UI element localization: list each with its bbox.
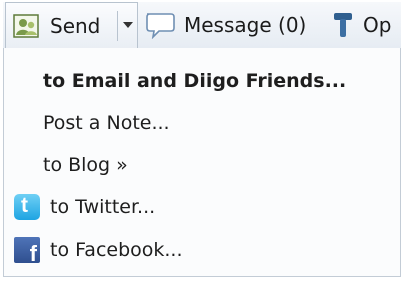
options-label: Op bbox=[363, 13, 392, 37]
menu-item-label: Post a Note... bbox=[43, 112, 170, 134]
tools-icon bbox=[331, 10, 355, 40]
twitter-glyph: t bbox=[21, 194, 28, 217]
screenshot-frame: Send Message (0) Op to Email and Diigo F… bbox=[0, 0, 404, 282]
message-label: Message (0) bbox=[184, 13, 307, 37]
send-button[interactable]: Send bbox=[5, 2, 138, 48]
facebook-glyph: f bbox=[29, 241, 37, 266]
speech-bubble-icon bbox=[144, 11, 178, 40]
twitter-icon: t bbox=[14, 194, 40, 220]
send-split-divider bbox=[117, 11, 118, 41]
menu-item-email-friends[interactable]: to Email and Diigo Friends... bbox=[4, 61, 400, 101]
send-label: Send bbox=[50, 14, 101, 38]
options-button[interactable]: Op bbox=[331, 2, 391, 48]
menu-item-blog[interactable]: to Blog » bbox=[4, 145, 400, 185]
menu-item-label: to Blog » bbox=[43, 154, 128, 176]
menu-item-label: to Email and Diigo Friends... bbox=[43, 70, 347, 92]
menu-item-post-note[interactable]: Post a Note... bbox=[4, 103, 400, 143]
menu-item-label: to Twitter... bbox=[50, 196, 156, 218]
menu-item-facebook[interactable]: f to Facebook... bbox=[4, 230, 400, 270]
menu-item-label: to Facebook... bbox=[50, 239, 183, 261]
toolbar: Send Message (0) Op bbox=[3, 2, 401, 49]
facebook-icon: f bbox=[14, 237, 40, 266]
send-contacts-icon bbox=[12, 12, 40, 40]
chevron-down-icon[interactable] bbox=[123, 22, 133, 28]
menu-item-twitter[interactable]: t to Twitter... bbox=[4, 187, 400, 227]
message-button[interactable]: Message (0) bbox=[144, 2, 306, 48]
send-dropdown-menu: to Email and Diigo Friends... Post a Not… bbox=[3, 48, 401, 277]
